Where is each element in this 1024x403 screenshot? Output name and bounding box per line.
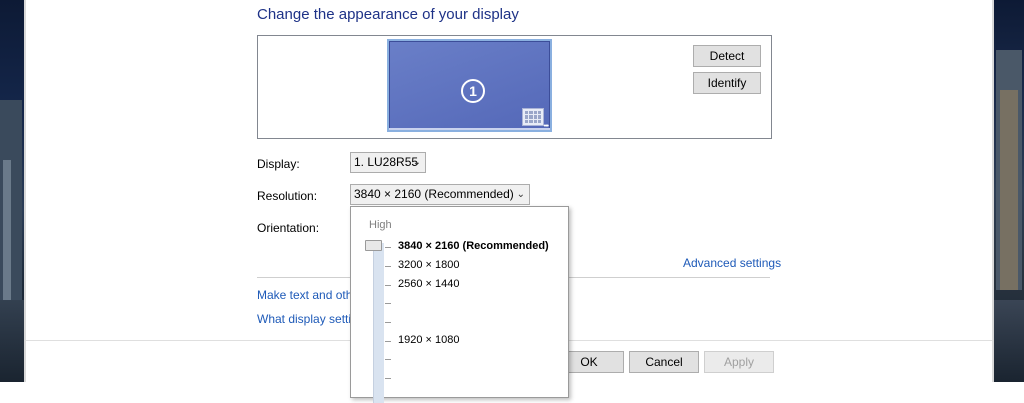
display-arrangement-panel: 1 ••• Detect Identify — [257, 35, 772, 139]
resolution-slider-track[interactable] — [373, 243, 384, 403]
resolution-option[interactable]: 2560 × 1440 — [398, 278, 459, 290]
chevron-down-icon: ⌄ — [412, 157, 421, 168]
resolution-option[interactable]: 3840 × 2160 (Recommended) — [398, 240, 549, 252]
resolution-option[interactable]: 1920 × 1080 — [398, 334, 459, 346]
resolution-high-label: High — [369, 219, 392, 231]
slider-tick — [385, 285, 391, 286]
slider-tick — [385, 303, 391, 304]
desktop-wallpaper-right — [994, 0, 1024, 382]
resolution-slider-thumb[interactable] — [365, 240, 382, 251]
make-text-larger-link[interactable]: Make text and othe — [257, 288, 359, 302]
slider-tick — [385, 359, 391, 360]
display-label: Display: — [257, 157, 300, 171]
window-border-left — [24, 0, 26, 382]
desktop-wallpaper-left — [0, 0, 24, 382]
advanced-settings-link[interactable]: Advanced settings — [683, 256, 781, 270]
cancel-button[interactable]: Cancel — [629, 351, 699, 373]
detect-button[interactable]: Detect — [693, 45, 761, 67]
chevron-down-icon: ⌄ — [516, 189, 525, 200]
resolution-option[interactable]: 3200 × 1800 — [398, 259, 459, 271]
resolution-label: Resolution: — [257, 189, 318, 203]
orientation-label: Orientation: — [257, 221, 320, 235]
what-display-settings-link[interactable]: What display setting — [257, 312, 364, 326]
page-title: Change the appearance of your display — [257, 6, 519, 23]
slider-tick — [385, 341, 391, 342]
display-select-value: 1. LU28R55 — [354, 155, 419, 169]
slider-tick — [385, 247, 391, 248]
start-grid-icon — [522, 108, 544, 126]
slider-tick — [385, 266, 391, 267]
window-border-right — [992, 0, 994, 382]
monitor-taskbar — [389, 128, 550, 130]
resolution-dropdown[interactable]: High 3840 × 2160 (Recommended) 3200 × 18… — [350, 206, 569, 403]
resolution-select[interactable]: 3840 × 2160 (Recommended) ⌄ — [350, 184, 530, 205]
slider-tick — [385, 378, 391, 379]
monitor-icon[interactable]: 1 ••• — [387, 39, 552, 132]
resolution-select-value: 3840 × 2160 (Recommended) — [354, 187, 514, 201]
apply-button[interactable]: Apply — [704, 351, 774, 373]
monitor-number: 1 — [461, 79, 485, 103]
display-select[interactable]: 1. LU28R55 ⌄ — [350, 152, 426, 173]
identify-button[interactable]: Identify — [693, 72, 761, 94]
slider-tick — [385, 322, 391, 323]
